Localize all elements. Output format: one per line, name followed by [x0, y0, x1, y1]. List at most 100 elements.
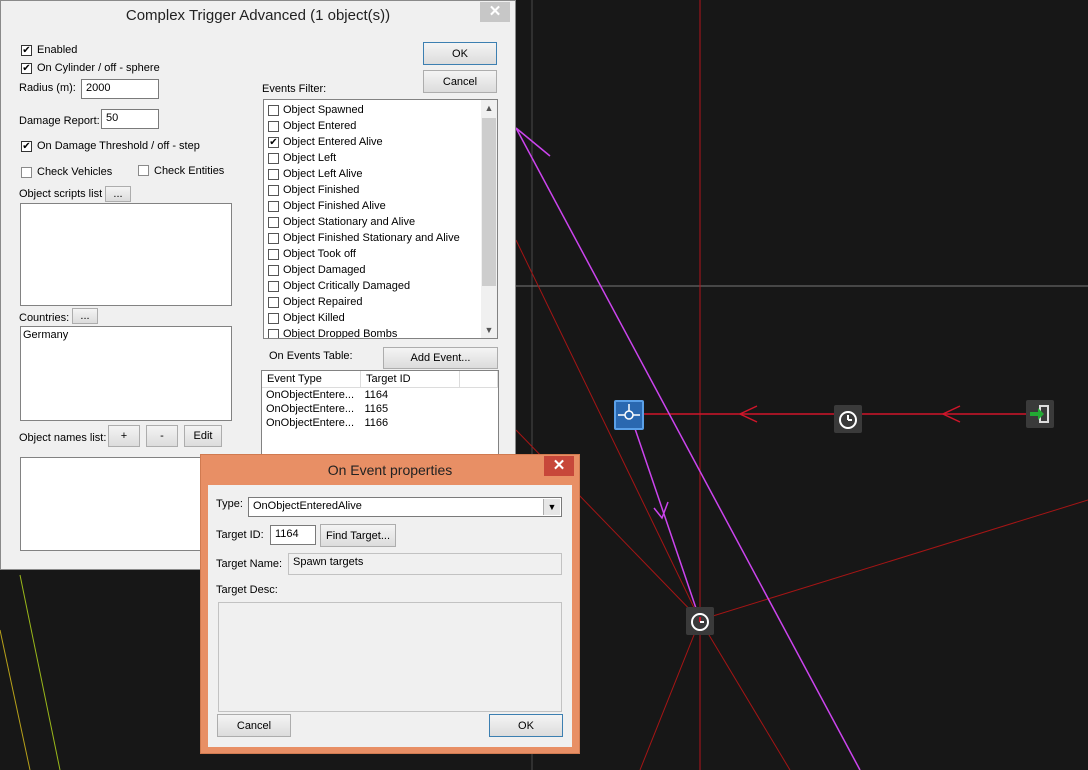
add-name-button[interactable]: + — [108, 425, 140, 447]
timer-icon — [691, 613, 709, 631]
complex-trigger-node[interactable] — [614, 400, 644, 430]
events-filter-label: Object Left — [283, 152, 337, 164]
timer-icon — [839, 411, 857, 429]
scroll-thumb[interactable] — [482, 118, 496, 286]
country-item[interactable]: Germany — [23, 329, 68, 341]
type-select-value: OnObjectEnteredAlive — [253, 500, 362, 512]
events-filter-checkbox[interactable] — [268, 280, 279, 292]
target-id-input[interactable]: 1164 — [270, 525, 316, 545]
target-desc-input[interactable] — [218, 602, 562, 712]
damage-threshold-checkbox[interactable]: ✔ — [21, 141, 32, 152]
events-filter-checkbox[interactable] — [268, 184, 279, 196]
timer-node[interactable] — [834, 405, 862, 433]
cylinder-checkbox[interactable]: ✔ — [21, 63, 32, 74]
events-filter-label: Events Filter: — [262, 83, 327, 95]
events-filter-item[interactable]: Object Stationary and Alive — [268, 214, 415, 230]
events-filter-item[interactable]: Object Repaired — [268, 294, 363, 310]
events-filter-item[interactable]: Object Entered — [268, 118, 356, 134]
enabled-label: Enabled — [37, 44, 78, 56]
events-filter-checkbox[interactable] — [268, 296, 279, 308]
events-filter-item[interactable]: Object Killed — [268, 310, 345, 326]
event-dialog-title: On Event properties — [201, 455, 579, 485]
type-select[interactable]: OnObjectEnteredAlive ▼ — [248, 497, 562, 517]
radius-label: Radius (m): — [19, 82, 76, 94]
events-filter-checkbox[interactable] — [268, 232, 279, 244]
target-name-label: Target Name: — [216, 558, 283, 570]
table-row[interactable]: OnObjectEntere... 1166 — [262, 416, 498, 430]
events-filter-item[interactable]: Object Spawned — [268, 102, 364, 118]
find-target-button[interactable]: Find Target... — [320, 524, 396, 547]
check-vehicles-label: Check Vehicles — [37, 166, 113, 178]
events-filter-item[interactable]: Object Critically Damaged — [268, 278, 410, 294]
events-filter-checkbox[interactable] — [268, 104, 279, 116]
events-filter-label: Object Stationary and Alive — [283, 216, 416, 228]
events-filter-item[interactable]: ✔ Object Entered Alive — [268, 134, 383, 150]
column-header-event-type[interactable]: Event Type — [262, 371, 361, 388]
events-filter-checkbox[interactable] — [268, 328, 279, 338]
scroll-up-icon[interactable]: ▲ — [481, 100, 497, 116]
events-filter-checkbox[interactable] — [268, 168, 279, 180]
table-row[interactable]: OnObjectEntere... 1165 — [262, 402, 498, 416]
events-filter-item[interactable]: Object Finished Stationary and Alive — [268, 230, 460, 246]
events-filter-checkbox[interactable] — [268, 264, 279, 276]
events-filter-checkbox[interactable] — [268, 312, 279, 324]
check-vehicles-checkbox[interactable] — [21, 167, 32, 178]
events-filter-checkbox[interactable] — [268, 216, 279, 228]
countries-list[interactable]: Germany — [20, 326, 232, 421]
events-filter-checkbox[interactable] — [268, 120, 279, 132]
close-icon[interactable]: ✕ — [544, 456, 574, 476]
countries-label: Countries: — [19, 312, 70, 324]
add-event-button[interactable]: Add Event... — [383, 347, 498, 369]
radius-input[interactable]: 2000 — [81, 79, 159, 99]
events-filter-item[interactable]: Object Finished Alive — [268, 198, 386, 214]
check-entities-checkbox[interactable] — [138, 165, 149, 176]
ok-button[interactable]: OK — [423, 42, 497, 65]
scripts-browse-button[interactable]: ... — [105, 186, 131, 202]
mission-begin-node[interactable] — [1026, 400, 1054, 428]
target-id-cell: 1164 — [364, 389, 389, 401]
timer-node-2[interactable] — [686, 607, 714, 635]
event-type-cell: OnObjectEntere... — [266, 389, 355, 401]
events-filter-item[interactable]: Object Left Alive — [268, 166, 363, 182]
table-row[interactable]: OnObjectEntere... 1164 — [262, 388, 498, 403]
countries-browse-button[interactable]: ... — [72, 308, 98, 324]
event-cancel-button[interactable]: Cancel — [217, 714, 291, 737]
events-filter-label: Object Finished Alive — [283, 200, 386, 212]
chevron-down-icon[interactable]: ▼ — [543, 499, 560, 515]
event-ok-button[interactable]: OK — [489, 714, 563, 737]
damage-report-input[interactable]: 50 — [101, 109, 159, 129]
events-filter-item[interactable]: Object Left — [268, 150, 336, 166]
target-name-input[interactable]: Spawn targets — [288, 553, 562, 575]
events-table[interactable]: Event Type Target ID OnObjectEntere... 11… — [261, 370, 499, 462]
events-filter-label: Object Finished Stationary and Alive — [283, 232, 460, 244]
events-filter-list[interactable]: Object Dropped Bombs Object Killed Object … — [263, 99, 498, 339]
enabled-checkbox[interactable]: ✔ — [21, 45, 32, 56]
cylinder-label: On Cylinder / off - sphere — [37, 62, 160, 74]
events-filter-label: Object Left Alive — [283, 168, 363, 180]
events-filter-checkbox[interactable] — [268, 200, 279, 212]
column-header-spacer — [459, 371, 498, 388]
events-filter-item[interactable]: Object Took off — [268, 246, 356, 262]
scripts-list[interactable] — [20, 203, 232, 306]
events-filter-checkbox[interactable] — [268, 152, 279, 164]
events-filter-item[interactable]: Object Damaged — [268, 262, 366, 278]
events-filter-scrollbar[interactable]: ▲ ▼ — [481, 100, 497, 338]
target-id-cell: 1166 — [364, 417, 389, 429]
type-label: Type: — [216, 498, 243, 510]
names-label: Object names list: — [19, 432, 107, 444]
scroll-down-icon[interactable]: ▼ — [481, 322, 497, 338]
damage-report-label: Damage Report: — [19, 115, 100, 127]
column-header-target-id[interactable]: Target ID — [360, 371, 460, 388]
events-filter-checkbox[interactable] — [268, 248, 279, 260]
cancel-button[interactable]: Cancel — [423, 70, 497, 93]
events-filter-label: Object Repaired — [283, 296, 363, 308]
events-filter-item[interactable]: Object Finished — [268, 182, 359, 198]
event-type-cell: OnObjectEntere... — [266, 403, 355, 415]
edit-name-button[interactable]: Edit — [184, 425, 222, 447]
events-filter-item[interactable]: Object Dropped Bombs — [268, 326, 397, 338]
events-filter-label: Object Critically Damaged — [283, 280, 411, 292]
damage-threshold-label: On Damage Threshold / off - step — [37, 140, 200, 152]
close-icon[interactable]: ✕ — [480, 2, 510, 22]
remove-name-button[interactable]: - — [146, 425, 178, 447]
events-filter-checkbox[interactable]: ✔ — [268, 136, 279, 148]
